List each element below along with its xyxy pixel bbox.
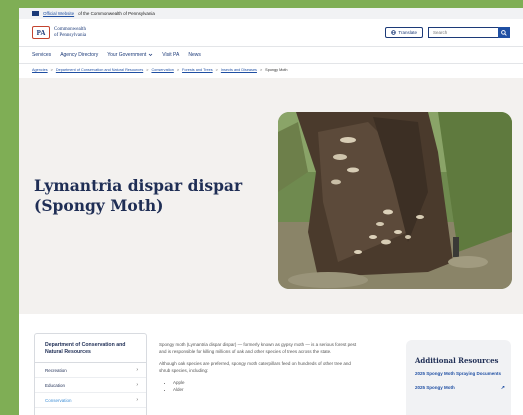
resource-link[interactable]: 2025 Spongy Moth Spraying Documents bbox=[415, 371, 505, 377]
nav-item-visit-pa[interactable]: Visit PA bbox=[162, 52, 179, 58]
logo-text: Commonwealth of Pennsylvania bbox=[54, 27, 86, 38]
sidebar-item-conservation[interactable]: Conservation › bbox=[35, 393, 146, 408]
breadcrumb-separator: > bbox=[146, 68, 149, 72]
main-nav: Services Agency Directory Your Governmen… bbox=[19, 47, 523, 64]
sidebar-item-label: Education bbox=[45, 382, 66, 388]
breadcrumb: Agencies > Department of Conservation an… bbox=[19, 64, 523, 76]
sidebar-item-label: Recreation bbox=[45, 367, 67, 373]
chevron-down-icon bbox=[149, 53, 153, 57]
resources-title: Additional Resources bbox=[415, 356, 499, 365]
nav-item-agency-directory[interactable]: Agency Directory bbox=[60, 52, 98, 58]
breadcrumb-separator: > bbox=[259, 68, 263, 72]
logo-line2: of Pennsylvania bbox=[54, 32, 87, 38]
breadcrumb-separator: > bbox=[215, 68, 218, 72]
breadcrumb-link[interactable]: Agencies bbox=[32, 68, 48, 72]
breadcrumb-link[interactable]: Forests and Trees bbox=[182, 68, 213, 72]
nav-item-your-government[interactable]: Your Government bbox=[107, 52, 153, 58]
hero-image bbox=[278, 112, 512, 289]
search-icon bbox=[501, 29, 507, 36]
sidebar-item-label: Conservation bbox=[45, 397, 72, 403]
page: Official Website of the Commonwealth of … bbox=[19, 8, 523, 415]
sidebar-title: Department of Conservation and Natural R… bbox=[35, 334, 146, 363]
chevron-right-icon: › bbox=[136, 397, 138, 403]
pa-logo[interactable]: PA Commonwealth of Pennsylvania bbox=[32, 26, 86, 39]
nav-item-your-government-label: Your Government bbox=[107, 52, 147, 58]
official-banner-text: of the Commonwealth of Pennsylvania bbox=[78, 11, 155, 16]
breadcrumb-link[interactable]: Department of Conservation and Natural R… bbox=[56, 68, 143, 72]
resource-link-label: 2025 Spongy Moth bbox=[415, 385, 455, 390]
translate-label: Translate bbox=[398, 30, 417, 35]
official-banner: Official Website of the Commonwealth of … bbox=[19, 8, 523, 19]
list-item: Apple bbox=[173, 379, 359, 386]
official-website-link[interactable]: Official Website bbox=[43, 11, 74, 16]
nav-item-news[interactable]: News bbox=[188, 52, 201, 58]
search-button[interactable] bbox=[498, 27, 510, 38]
search-input[interactable] bbox=[428, 27, 498, 38]
page-title: Lymantria dispar dispar (Spongy Moth) bbox=[34, 176, 243, 215]
search-form bbox=[428, 27, 510, 38]
tree-trunk-moth-image bbox=[278, 112, 512, 289]
nav-item-services[interactable]: Services bbox=[32, 52, 51, 58]
translate-button[interactable]: Translate bbox=[385, 27, 423, 38]
sidebar-item-education[interactable]: Education › bbox=[35, 378, 146, 393]
globe-icon bbox=[391, 30, 397, 35]
chevron-right-icon: › bbox=[136, 367, 138, 373]
header-actions: Translate bbox=[385, 27, 510, 38]
list-item: Alder bbox=[173, 386, 359, 393]
breadcrumb-current: Spongy Moth bbox=[265, 68, 288, 72]
article-body: Spongy moth (Lymantria dispar dispar) — … bbox=[159, 341, 359, 393]
pa-flag-icon bbox=[32, 11, 39, 16]
chevron-right-icon: › bbox=[136, 382, 138, 388]
breadcrumb-link[interactable]: Conservation bbox=[151, 68, 173, 72]
pa-keystone-icon: PA bbox=[32, 26, 50, 39]
site-header: PA Commonwealth of Pennsylvania Translat… bbox=[19, 19, 523, 47]
hero-section: Lymantria dispar dispar (Spongy Moth) bbox=[19, 78, 523, 314]
sidebar-item-recreation[interactable]: Recreation › bbox=[35, 363, 146, 378]
host-tree-list: Apple Alder bbox=[173, 379, 359, 393]
breadcrumb-separator: > bbox=[176, 68, 180, 72]
breadcrumb-link[interactable]: Insects and Diseases bbox=[221, 68, 257, 72]
section-sidebar: Department of Conservation and Natural R… bbox=[34, 333, 147, 415]
external-link-icon: ↗ bbox=[500, 385, 505, 391]
resource-link[interactable]: 2025 Spongy Moth ↗ bbox=[415, 385, 505, 391]
logo-line1: Commonwealth bbox=[54, 27, 86, 32]
breadcrumb-separator: > bbox=[50, 68, 53, 72]
body-paragraph: Spongy moth (Lymantria dispar dispar) — … bbox=[159, 342, 357, 354]
resource-link-label: 2025 Spongy Moth Spraying Documents bbox=[415, 371, 502, 376]
additional-resources: Additional Resources 2025 Spongy Moth Sp… bbox=[406, 340, 511, 415]
body-paragraph: Although oak species are preferred, spon… bbox=[159, 361, 351, 373]
